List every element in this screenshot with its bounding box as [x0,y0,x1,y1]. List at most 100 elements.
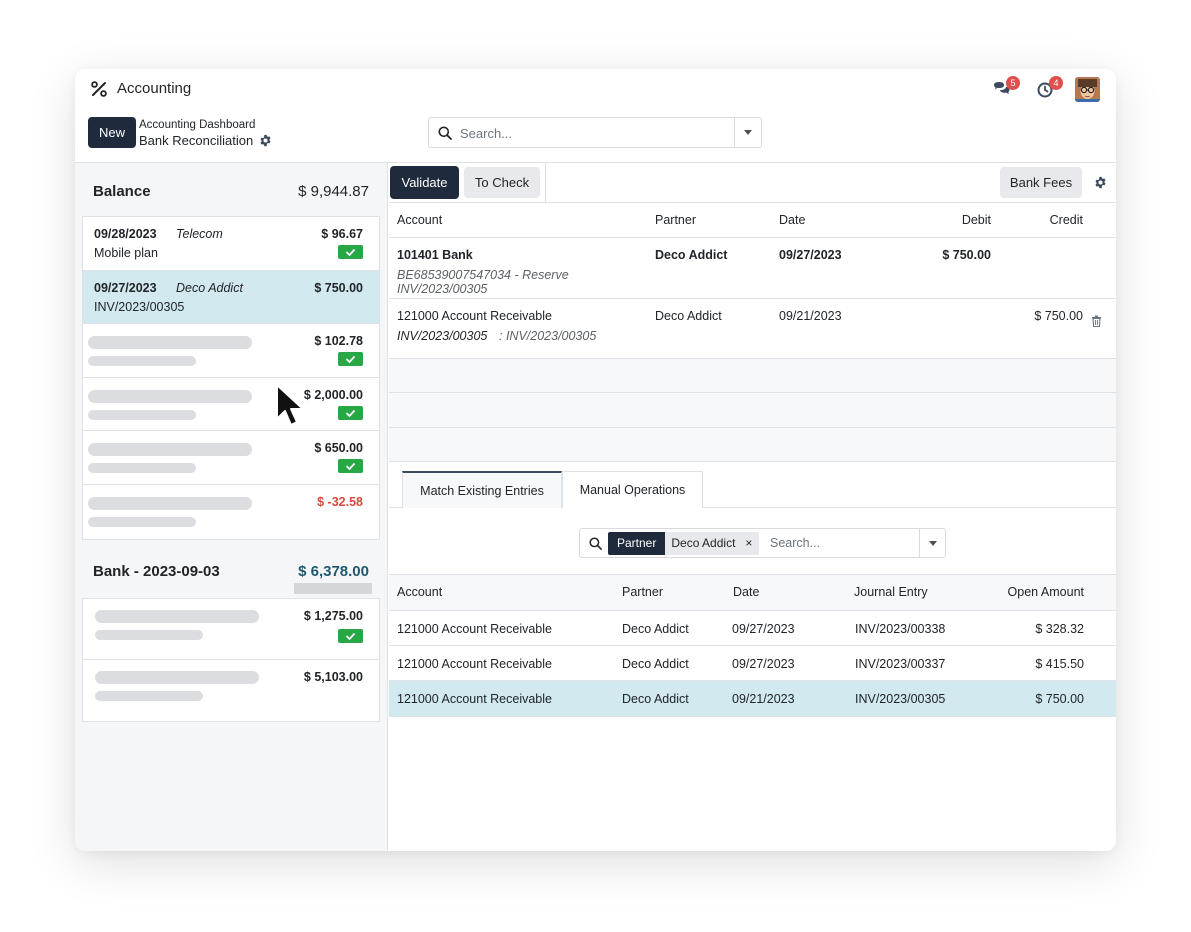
activities-badge: 4 [1049,76,1063,90]
line-label: Mobile plan [94,246,158,260]
divider [389,461,1116,462]
cell-credit: $ 750.00 [1034,309,1083,323]
cell-partner: Deco Addict [622,692,689,706]
statement-line[interactable]: 09/28/2023 Telecom Mobile plan $ 96.67 [83,217,379,271]
user-face-icon [1075,77,1100,102]
user-avatar[interactable] [1075,77,1100,102]
messages-systray[interactable]: 5 [992,76,1020,99]
cell-account: 121000 Account Receivable [397,692,552,706]
placeholder-bar [95,610,259,623]
col-header-account: Account [397,213,443,227]
search-icon [589,537,602,550]
statement-line[interactable]: $ 5,103.00 [83,660,379,721]
trash-icon[interactable] [1091,315,1102,327]
cell-partner: Deco Addict [655,309,722,323]
placeholder-bar [88,443,252,456]
reconciled-check-icon [338,459,363,473]
gear-icon[interactable] [259,134,272,147]
cell-debit: $ 750.00 [942,248,991,262]
cell-detail: BE68539007547034 - Reserve [397,268,569,282]
cell-detail: : INV/2023/00305 [499,329,597,343]
caret-down-icon [929,541,937,546]
cell-partner: Deco Addict [622,622,689,636]
placeholder-bar [88,496,252,510]
match-search-bar[interactable]: Partner Deco Addict × Search... [579,528,946,558]
divider [389,237,1116,238]
divider [389,202,1116,203]
placeholder-bar [88,463,196,473]
empty-row [389,393,1116,427]
validate-button[interactable]: Validate [390,166,459,199]
balance-label: Balance [93,183,151,200]
col-header-date: Date [779,213,806,227]
statement-line-list: 09/28/2023 Telecom Mobile plan $ 96.67 0… [82,216,380,540]
cell-open-amount: $ 415.50 [1035,657,1084,671]
search-input[interactable]: Search... [460,126,512,141]
search-dropdown-toggle[interactable] [734,118,761,147]
placeholder-bar [95,691,203,701]
empty-row [389,359,1116,392]
gear-icon[interactable] [1094,176,1107,189]
col-header-account: Account [397,585,443,599]
tab-manual-operations[interactable]: Manual Operations [562,471,703,508]
statement-lines-panel: Balance $ 9,944.87 09/28/2023 Telecom Mo… [75,163,388,851]
search-bar[interactable]: Search... [428,117,762,148]
cell-account: 121000 Account Receivable [397,657,552,671]
statement-line[interactable]: $ 1,275.00 [83,599,379,660]
new-button[interactable]: New [88,117,136,148]
cell-date: 09/27/2023 [732,657,795,671]
bank-statement-label[interactable]: Bank - 2023-09-03 [93,563,220,580]
line-amount: $ -32.58 [317,494,363,509]
line-date: 09/28/2023 [94,227,157,241]
col-header-open-amount: Open Amount [1007,585,1084,599]
statement-line[interactable]: $ 102.78 [83,324,379,378]
divider [389,645,1116,646]
remove-facet-icon[interactable]: × [741,532,760,555]
col-header-journal-entry: Journal Entry [854,585,928,599]
cell-detail: INV/2023/00305 [397,282,488,296]
placeholder-bar [95,630,203,640]
divider [389,298,1116,299]
line-amount: $ 1,275.00 [303,609,363,623]
to-check-button[interactable]: To Check [464,167,540,198]
cell-date: 09/27/2023 [732,622,795,636]
app-title[interactable]: Accounting [117,80,191,97]
table-row-selected[interactable]: 121000 Account Receivable Deco Addict 09… [389,681,1116,716]
bank-fees-button[interactable]: Bank Fees [1000,167,1082,198]
cell-open-amount: $ 750.00 [1035,692,1084,706]
cell-partner: Deco Addict [622,657,689,671]
statement-line[interactable]: $ 2,000.00 [83,378,379,431]
cell-detail: INV/2023/00305 [397,329,488,343]
search-dropdown-toggle[interactable] [919,529,945,557]
cell-account: 121000 Account Receivable [397,309,552,323]
placeholder-bar [95,671,259,684]
statement-line-selected[interactable]: 09/27/2023 Deco Addict INV/2023/00305 $ … [83,270,379,324]
placeholder-bar [88,356,196,366]
line-amount: $ 5,103.00 [303,670,363,684]
reconciled-check-icon [338,629,363,643]
line-label: INV/2023/00305 [94,299,185,314]
reconciled-check-icon [338,245,363,259]
cell-open-amount: $ 328.32 [1035,622,1084,636]
tab-match-existing-entries[interactable]: Match Existing Entries [402,471,562,508]
percent-icon[interactable] [90,80,108,98]
activities-systray[interactable]: 4 [1035,76,1063,99]
caret-down-icon [744,130,752,135]
search-icon [438,126,452,140]
statement-line[interactable]: $ -32.58 [83,485,379,539]
bank-statement-line-list: $ 1,275.00 $ 5,103.00 [82,598,380,722]
line-date: 09/27/2023 [94,280,157,295]
statement-line[interactable]: $ 650.00 [83,431,379,485]
match-search-input[interactable]: Search... [770,536,820,550]
line-partner: Telecom [176,227,223,241]
breadcrumb-parent[interactable]: Accounting Dashboard [139,119,255,131]
cell-account: 101401 Bank [397,248,473,262]
divider [389,716,1116,717]
placeholder-bar [88,389,252,403]
cell-account: 121000 Account Receivable [397,622,552,636]
col-header-partner: Partner [655,213,696,227]
cell-journal-entry: INV/2023/00305 [855,692,946,706]
reconciled-check-icon [338,405,363,420]
col-header-debit: Debit [961,213,991,227]
line-amount: $ 650.00 [314,441,363,455]
